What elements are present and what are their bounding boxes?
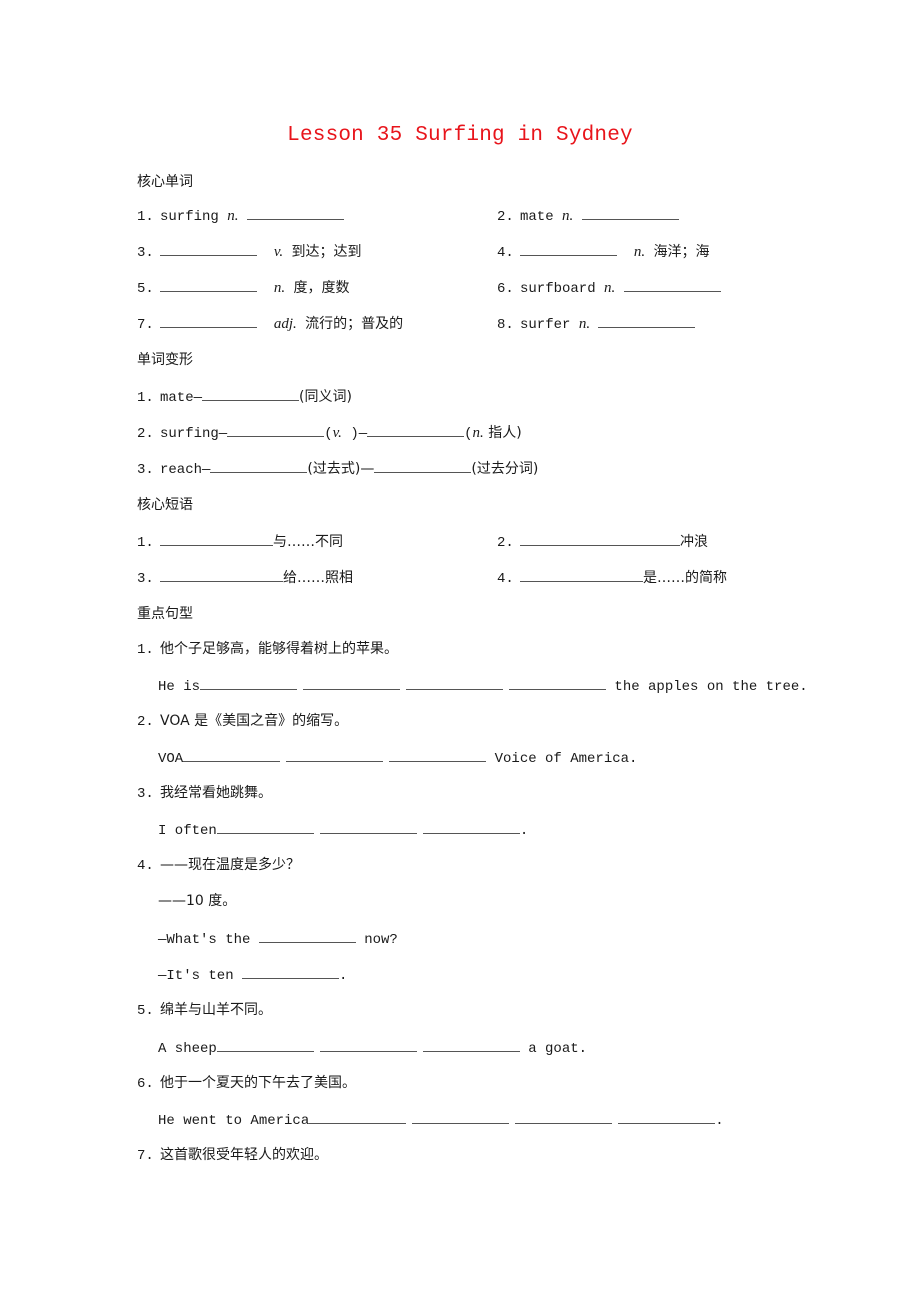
sentence-6-prompt: 6. 他于一个夏天的下午去了美国。: [137, 1075, 356, 1092]
answer-blank[interactable]: [216, 819, 314, 834]
answer-blank[interactable]: [412, 1109, 510, 1124]
answer-blank[interactable]: [227, 422, 325, 437]
answer-blank[interactable]: [258, 928, 356, 943]
sentence-4-prompt: 4. ——现在温度是多少？: [137, 857, 300, 874]
word-item-2: 2. mate n.: [497, 205, 679, 227]
answer-blank[interactable]: [422, 819, 520, 834]
worksheet-page: Lesson 35 Surfing in Sydney 核心单词 1. surfi…: [0, 0, 920, 1302]
sentence-3-answer: I often.: [158, 819, 528, 841]
answer-blank[interactable]: [618, 1109, 716, 1124]
answer-blank[interactable]: [520, 531, 680, 546]
word-form-item-3: 3. reach— (过去式)— (过去分词): [137, 458, 538, 480]
lesson-title: Lesson 35 Surfing in Sydney: [287, 124, 633, 147]
word-item-1: 1. surfing n.: [137, 205, 344, 227]
word-form-item-1: 1. mate— (同义词): [137, 386, 352, 408]
answer-blank[interactable]: [406, 675, 504, 690]
answer-blank[interactable]: [160, 531, 273, 546]
sentence-1-prompt: 1. 他个子足够高，能够得着树上的苹果。: [137, 641, 398, 658]
sentence-4-answer-1: —What's the now?: [158, 928, 398, 950]
answer-blank[interactable]: [303, 675, 401, 690]
answer-blank[interactable]: [598, 313, 696, 328]
answer-blank[interactable]: [202, 386, 300, 401]
answer-blank[interactable]: [509, 675, 607, 690]
sentence-3-prompt: 3. 我经常看她跳舞。: [137, 785, 272, 802]
answer-blank[interactable]: [422, 1037, 520, 1052]
answer-blank[interactable]: [160, 313, 257, 328]
phrase-item-3: 3. 给……照相: [137, 567, 353, 589]
phrase-item-1: 1. 与……不同: [137, 531, 343, 553]
sentence-5-prompt: 5. 绵羊与山羊不同。: [137, 1002, 272, 1019]
answer-blank[interactable]: [160, 567, 283, 582]
answer-blank[interactable]: [216, 1037, 314, 1052]
sentence-2-answer: VOA Voice of America.: [158, 747, 637, 769]
word-item-4: 4. n. 海洋；海: [497, 241, 709, 263]
answer-blank[interactable]: [242, 964, 340, 979]
answer-blank[interactable]: [319, 819, 417, 834]
answer-blank[interactable]: [623, 277, 721, 292]
answer-blank[interactable]: [286, 747, 384, 762]
phrase-item-2: 2. 冲浪: [497, 531, 708, 553]
answer-blank[interactable]: [160, 277, 257, 292]
answer-blank[interactable]: [183, 747, 281, 762]
answer-blank[interactable]: [210, 458, 308, 473]
answer-blank[interactable]: [515, 1109, 613, 1124]
section-heading-core-phrases: 核心短语: [137, 497, 193, 513]
word-item-8: 8. surfer n.: [497, 313, 696, 335]
word-item-7: 7. adj. 流行的；普及的: [137, 313, 403, 335]
answer-blank[interactable]: [367, 422, 465, 437]
answer-blank[interactable]: [319, 1037, 417, 1052]
answer-blank[interactable]: [520, 241, 617, 256]
section-heading-core-words: 核心单词: [137, 174, 193, 190]
sentence-1-answer: He is the apples on the tree.: [158, 675, 808, 697]
word-item-3: 3. v. 到达；达到: [137, 241, 362, 263]
answer-blank[interactable]: [309, 1109, 407, 1124]
sentence-7-prompt: 7. 这首歌很受年轻人的欢迎。: [137, 1147, 328, 1164]
answer-blank[interactable]: [581, 205, 679, 220]
word-form-item-2: 2. surfing— (v. )— (n. 指人): [137, 422, 522, 444]
word-item-6: 6. surfboard n.: [497, 277, 721, 299]
answer-blank[interactable]: [389, 747, 487, 762]
answer-blank[interactable]: [374, 458, 472, 473]
sentence-5-answer: A sheep a goat.: [158, 1037, 587, 1059]
phrase-item-4: 4. 是……的简称: [497, 567, 727, 589]
word-item-5: 5. n. 度，度数: [137, 277, 349, 299]
sentence-4-prompt-reply: ——10 度。: [158, 893, 237, 909]
answer-blank[interactable]: [246, 205, 344, 220]
section-heading-key-sentences: 重点句型: [137, 606, 193, 622]
answer-blank[interactable]: [200, 675, 298, 690]
sentence-2-prompt: 2. VOA 是《美国之音》的缩写。: [137, 713, 349, 730]
sentence-6-answer: He went to America.: [158, 1109, 724, 1131]
answer-blank[interactable]: [520, 567, 643, 582]
answer-blank[interactable]: [160, 241, 257, 256]
section-heading-word-forms: 单词变形: [137, 352, 193, 368]
sentence-4-answer-2: —It's ten .: [158, 964, 347, 986]
